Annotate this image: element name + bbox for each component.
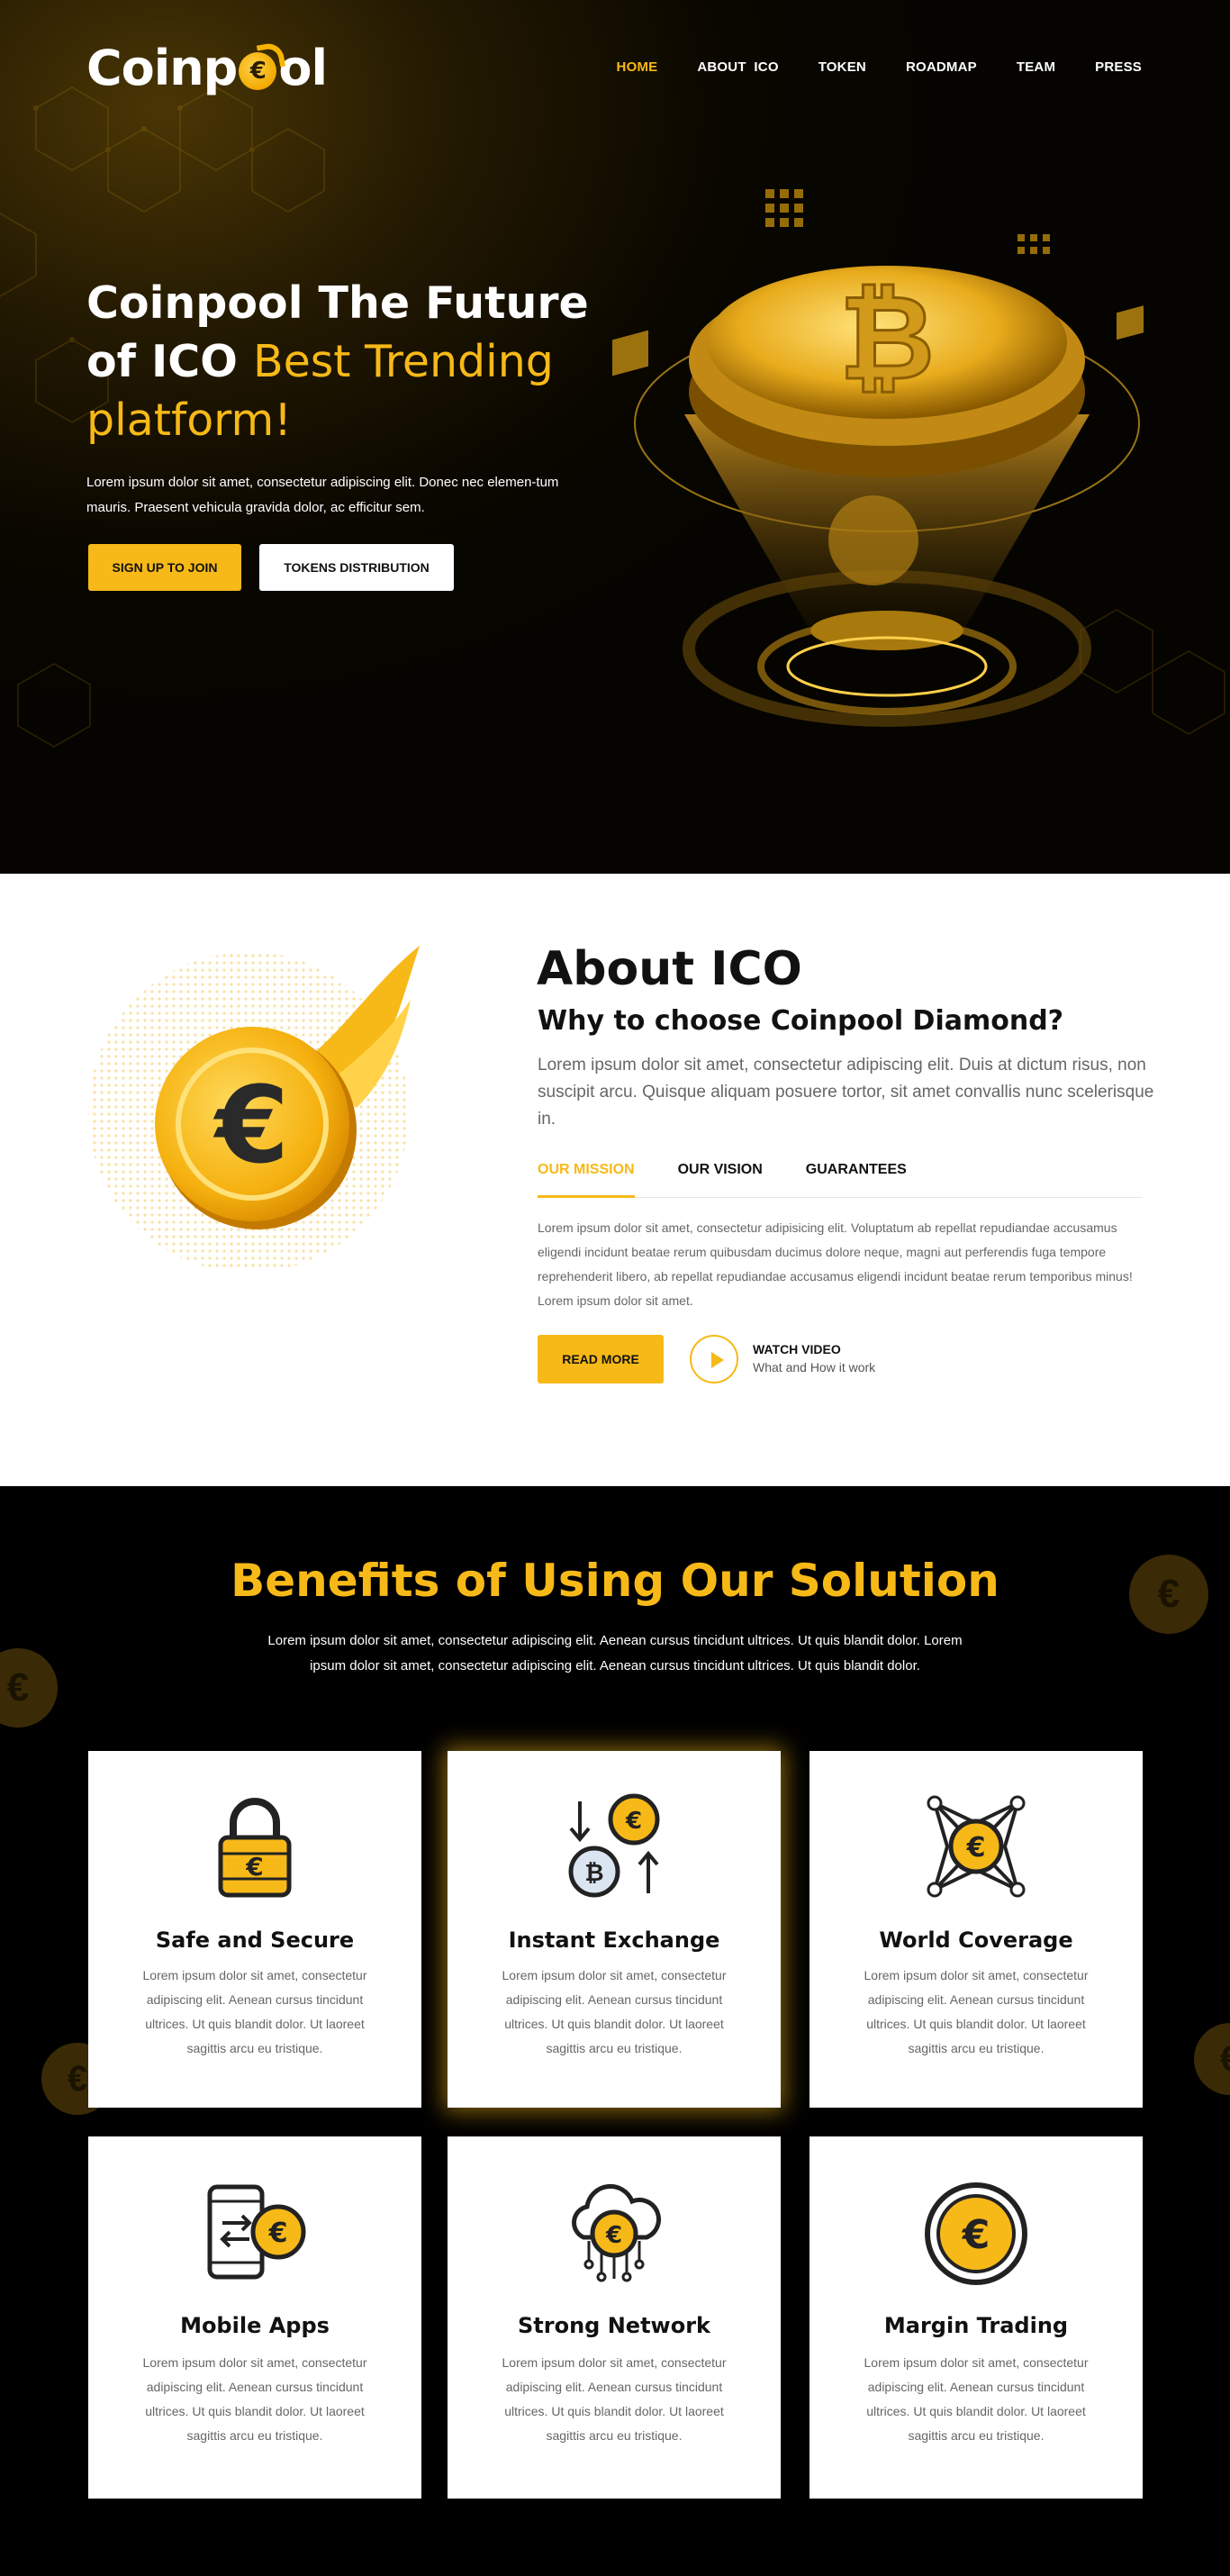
hero-text: Lorem ipsum dolor sit amet, consectetur … xyxy=(86,475,559,515)
nav-team[interactable]: TEAM xyxy=(1017,59,1055,75)
watch-video-subtitle: What and How it work xyxy=(753,1360,876,1374)
about-tab-content: Lorem ipsum dolor sit amet, consectetur … xyxy=(538,1220,1133,1308)
hero-title-line2: of ICO xyxy=(86,336,253,387)
nav-about-ico[interactable]: ABOUT ICO xyxy=(697,59,778,75)
decorative-coin-icon: € xyxy=(1194,2023,1230,2095)
card-text: Lorem ipsum dolor sit amet, consectetur … xyxy=(864,1968,1089,2055)
benefit-card-safe-secure: € Safe and Secure Lorem ipsum dolor sit … xyxy=(88,1751,421,2108)
about-intro: Lorem ipsum dolor sit amet, consectetur … xyxy=(538,1056,1154,1129)
hero-title-line3: platform! xyxy=(86,395,292,446)
nav-home[interactable]: HOME xyxy=(617,59,658,75)
euro-coin-illustration: € xyxy=(88,946,420,1270)
benefit-card-margin-trading: € Margin Trading Lorem ipsum dolor sit a… xyxy=(809,2136,1143,2499)
card-title: Mobile Apps xyxy=(180,2313,330,2338)
logo[interactable]: Coinp € ol xyxy=(86,36,328,99)
logo-coin-icon: € xyxy=(239,52,277,90)
card-text: Lorem ipsum dolor sit amet, consectetur … xyxy=(502,1968,727,2055)
card-text: Lorem ipsum dolor sit amet, consectetur … xyxy=(502,2355,727,2443)
benefits-section: € € € € Benefits of Using Our Solution L… xyxy=(0,1486,1230,2576)
nav-token[interactable]: TOKEN xyxy=(818,59,866,75)
benefit-card-mobile-apps: € Mobile Apps Lorem ipsum dolor sit amet… xyxy=(88,2136,421,2499)
svg-text:€: € xyxy=(625,1808,642,1835)
read-more-button[interactable]: READ MORE xyxy=(538,1335,664,1383)
about-tabs: OUR MISSION OUR VISION GUARANTEES xyxy=(538,1156,1143,1198)
bitcoin-funnel-illustration: ₿ xyxy=(612,189,1144,727)
hero-section: Coinp € ol HOME ABOUT ICO TOKEN ROADMAP … xyxy=(0,0,1230,874)
play-video-icon[interactable] xyxy=(690,1335,738,1383)
svg-text:€: € xyxy=(213,1063,289,1187)
svg-text:₿: ₿ xyxy=(584,1860,603,1887)
card-title: Safe and Secure xyxy=(155,1927,355,1953)
card-title: Strong Network xyxy=(518,2313,710,2338)
network-globe-coin-icon: € xyxy=(927,1795,1026,1898)
mobile-coin-icon: € xyxy=(207,2184,306,2280)
card-title: World Coverage xyxy=(879,1927,1073,1953)
coin-exchange-icon: € ₿ xyxy=(568,1793,660,1898)
decorative-coin-icon: € xyxy=(0,1648,58,1728)
nav-press[interactable]: PRESS xyxy=(1095,59,1142,75)
nav-roadmap[interactable]: ROADMAP xyxy=(906,59,977,75)
svg-text:₿: ₿ xyxy=(839,269,935,406)
sign-up-button[interactable]: SIGN UP TO JOIN xyxy=(88,544,241,591)
hero-title-line1: Coinpool The Future xyxy=(86,277,589,329)
benefit-card-world-coverage: € World Coverage Lorem ipsum dolor sit a… xyxy=(809,1751,1143,2108)
hero-title: Coinpool The Future of ICO Best Trending… xyxy=(86,274,609,449)
card-title: Instant Exchange xyxy=(508,1927,720,1953)
svg-text:€: € xyxy=(966,1832,986,1864)
tab-our-vision[interactable]: OUR VISION xyxy=(678,1156,763,1198)
logo-text: Coinp xyxy=(86,39,238,96)
tab-guarantees[interactable]: GUARANTEES xyxy=(806,1156,907,1198)
hero-title-accent: Best Trending xyxy=(252,336,554,387)
logo-text-end: ol xyxy=(278,39,328,96)
about-title: About ICO xyxy=(537,942,802,996)
benefit-card-strong-network: € Strong Network Lorem ipsum dolor sit a… xyxy=(448,2136,781,2499)
card-text: Lorem ipsum dolor sit amet, consectetur … xyxy=(864,2355,1089,2443)
benefits-text: Lorem ipsum dolor sit amet, consectetur … xyxy=(267,1633,963,1673)
cloud-network-coin-icon: € xyxy=(572,2183,662,2282)
padlock-coin-icon: € xyxy=(218,1798,292,1898)
main-nav: HOME ABOUT ICO TOKEN ROADMAP TEAM PRESS xyxy=(617,59,1142,75)
svg-text:€: € xyxy=(962,2212,990,2258)
about-section: € About ICO Why to choose Coinpool Diamo… xyxy=(0,874,1230,1486)
svg-text:€: € xyxy=(268,2218,288,2249)
card-title: Margin Trading xyxy=(883,2313,1069,2338)
benefits-title: Benefits of Using Our Solution xyxy=(231,1555,999,1607)
card-text: Lorem ipsum dolor sit amet, consectetur … xyxy=(142,2355,367,2443)
svg-text:€: € xyxy=(605,2222,622,2249)
svg-text:€: € xyxy=(245,1852,263,1882)
tokens-distribution-button[interactable]: TOKENS DISTRIBUTION xyxy=(259,544,454,591)
card-text: Lorem ipsum dolor sit amet, consectetur … xyxy=(142,1968,367,2055)
benefit-card-instant-exchange: € ₿ Instant Exchange Lorem ipsum dolor s… xyxy=(448,1751,781,2108)
about-subtitle: Why to choose Coinpool Diamond? xyxy=(538,1005,1064,1037)
coin-icon: € xyxy=(925,2182,1027,2285)
tab-our-mission[interactable]: OUR MISSION xyxy=(538,1156,635,1198)
watch-video-label[interactable]: WATCH VIDEO xyxy=(753,1342,841,1356)
